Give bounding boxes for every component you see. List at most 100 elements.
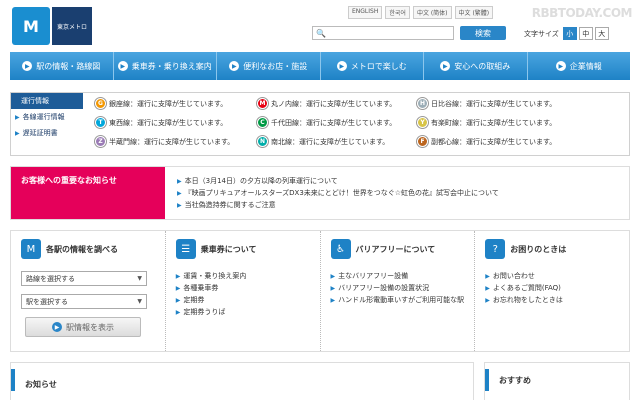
nav-label: 乗車券・乗り換え案内: [131, 61, 212, 71]
line-select[interactable]: 路線を選択する ▼: [21, 271, 147, 286]
help-link[interactable]: ▶ お問い合わせ: [485, 271, 619, 282]
line-badge: C: [257, 117, 268, 128]
line-badge: G: [95, 98, 106, 109]
info-boxes: M 各駅の情報を調べる 路線を選択する ▼ 駅を選択する ▼ ▶ 駅情報を表示 ☰ 乗…: [10, 230, 630, 352]
line-status-item[interactable]: G 銀座線：運行に支障が生じています。: [95, 96, 257, 111]
line-status-grid: G 銀座線：運行に支障が生じています。 M 丸ノ内線：運行に支障が生じています。 H…: [95, 96, 587, 149]
help-link[interactable]: ▶ お忘れ物をしたときは: [485, 295, 619, 306]
triangle-icon: ▶: [175, 297, 181, 304]
tickets-links: ▶ 運賃・乗り換え案内 ▶ 各種乗車券 ▶ 定期券 ▶ 定期券うりば: [176, 271, 310, 318]
nav-station-info[interactable]: ▶ 駅の情報・路線図: [10, 52, 114, 80]
show-station-info-button[interactable]: ▶ 駅情報を表示: [25, 317, 141, 337]
search-button[interactable]: 検索: [460, 26, 506, 40]
link-label: 各線運行情報: [22, 113, 65, 121]
notice-item[interactable]: ▶ 『映画プリキュアオールスターズDX3未来にとどけ！世界をつなぐ☆虹色の花』試写…: [177, 187, 499, 199]
notice-item[interactable]: ▶ 当社偽造持券に関するご注意: [177, 199, 499, 211]
nav-enjoy[interactable]: ▶ メトロで楽しむ: [321, 52, 424, 80]
delay-certificate-link[interactable]: ▶ 遅延証明書: [11, 125, 83, 141]
line-status-text: 千代田線：運行に支障が生じています。: [271, 118, 397, 127]
nav-safety[interactable]: ▶ 安心への取組み: [424, 52, 528, 80]
watermark: RBBTODAY.COM: [531, 6, 633, 20]
line-status-item[interactable]: Y 有楽町線：運行に支障が生じています。: [417, 115, 587, 130]
line-badge: H: [417, 98, 428, 109]
arrow-right-icon: ▶: [440, 61, 451, 71]
tickets-link[interactable]: ▶ 各種乗車券: [176, 283, 310, 294]
triangle-icon: ▶: [330, 285, 336, 292]
lang-korean-link[interactable]: 한국어: [385, 6, 410, 19]
line-status-item[interactable]: T 東西線：運行に支障が生じています。: [95, 115, 257, 130]
news-section: お知らせ: [10, 362, 474, 400]
line-badge: F: [417, 136, 428, 147]
nav-tickets[interactable]: ▶ 乗車券・乗り換え案内: [114, 52, 217, 80]
line-status-item[interactable]: H 日比谷線：運行に支障が生じています。: [417, 96, 587, 111]
font-size-small-button[interactable]: 小: [562, 27, 577, 40]
link-label: 定期券うりば: [183, 308, 226, 316]
arrow-right-icon: ▶: [229, 61, 240, 71]
box-title: 乗車券について: [200, 244, 257, 254]
logo[interactable]: M 東京メトロ: [12, 7, 92, 45]
link-label: よくあるご質問(FAQ): [492, 284, 561, 292]
tickets-link[interactable]: ▶ 定期券: [176, 295, 310, 306]
link-label: 各種乗車券: [183, 284, 219, 292]
nav-shops[interactable]: ▶ 便利なお店・施設: [217, 52, 321, 80]
font-size-large-button[interactable]: 大: [594, 27, 609, 40]
barrier-free-links: ▶ 主なバリアフリー設備 ▶ バリアフリー設備の設置状況 ▶ ハンドル形電動車いすがご…: [331, 271, 465, 306]
box-header: ♿ バリアフリーについて: [330, 239, 465, 259]
select-value: 路線を選択する: [26, 274, 75, 283]
arrow-right-icon: ▶: [336, 61, 347, 71]
barrier-free-link[interactable]: ▶ バリアフリー設備の設置状況: [331, 283, 465, 294]
line-status-item[interactable]: Z 半蔵門線：運行に支障が生じています。: [95, 134, 257, 149]
nav-corporate[interactable]: ▶ 企業情報: [528, 52, 631, 80]
operation-info-heading: 運行情報: [11, 93, 83, 109]
triangle-icon: ▶: [485, 273, 490, 280]
station-select[interactable]: 駅を選択する ▼: [21, 294, 147, 309]
barrier-free-link[interactable]: ▶ ハンドル形電動車いすがご利用可能な駅: [331, 295, 465, 306]
line-status-text: 銀座線：運行に支障が生じています。: [109, 99, 228, 108]
nav-label: 駅の情報・路線図: [36, 61, 101, 71]
lang-chinese-traditional-link[interactable]: 中文 (繁體): [454, 6, 494, 19]
line-status-item[interactable]: F 副都心線：運行に支障が生じています。: [417, 134, 587, 149]
notice-item[interactable]: ▶ 本日（3月14日）の夕方以降の列車運行について: [177, 175, 499, 187]
line-status-item[interactable]: C 千代田線：運行に支障が生じています。: [257, 115, 417, 130]
operation-info-panel: 運行情報 ▶ 各線運行情報 ▶ 遅延証明書 G 銀座線：運行に支障が生じています。 M…: [10, 92, 630, 156]
link-label: 定期券: [183, 296, 205, 304]
triangle-icon: ▶: [177, 177, 182, 185]
triangle-icon: ▶: [330, 273, 336, 280]
line-status-item[interactable]: N 南北線：運行に支障が生じています。: [257, 134, 417, 149]
tickets-box: ☰ 乗車券について ▶ 運賃・乗り換え案内 ▶ 各種乗車券 ▶ 定期券 ▶ 定期券うりば: [166, 231, 321, 351]
font-size-medium-button[interactable]: 中: [578, 27, 593, 40]
line-status-item[interactable]: M 丸ノ内線：運行に支障が生じています。: [257, 96, 417, 111]
lang-chinese-simplified-link[interactable]: 中文 (简体): [412, 6, 452, 19]
link-label: お忘れ物をしたときは: [492, 296, 563, 304]
search-input[interactable]: [328, 29, 449, 37]
lang-english-link[interactable]: ENGLISH: [348, 6, 383, 19]
chevron-down-icon: ▼: [137, 275, 142, 282]
search-icon: 🔍: [316, 28, 326, 38]
wheelchair-icon: ♿: [330, 239, 351, 259]
important-notice-heading: お客様への重要なお知らせ: [11, 167, 165, 219]
triangle-icon: ▶: [175, 285, 181, 292]
barrier-free-box: ♿ バリアフリーについて ▶ 主なバリアフリー設備 ▶ バリアフリー設備の設置状況 …: [321, 231, 476, 351]
chevron-down-icon: ▼: [137, 298, 142, 305]
line-status-text: 東西線：運行に支障が生じています。: [109, 118, 228, 127]
triangle-icon: ▶: [175, 273, 181, 280]
metro-logo-icon: M: [12, 7, 50, 45]
link-label: 運賃・乗り換え案内: [183, 272, 247, 280]
font-size-label: 文字サイズ: [524, 29, 559, 38]
tickets-link[interactable]: ▶ 定期券うりば: [176, 307, 310, 318]
box-header: ☰ 乗車券について: [175, 239, 310, 259]
notice-text: 本日（3月14日）の夕方以降の列車運行について: [184, 177, 338, 185]
triangle-icon: ▶: [15, 113, 20, 121]
box-title: お困りのときは: [510, 244, 567, 254]
link-label: 遅延証明書: [22, 129, 58, 137]
barrier-free-link[interactable]: ▶ 主なバリアフリー設備: [331, 271, 465, 282]
arrow-right-icon: ▶: [555, 61, 566, 71]
tickets-link[interactable]: ▶ 運賃・乗り換え案内: [176, 271, 310, 282]
help-link[interactable]: ▶ よくあるご質問(FAQ): [485, 283, 619, 294]
line-badge: N: [257, 136, 268, 147]
line-status-link[interactable]: ▶ 各線運行情報: [11, 109, 83, 125]
nav-label: 安心への取組み: [454, 61, 511, 71]
important-notice-panel: お客様への重要なお知らせ ▶ 本日（3月14日）の夕方以降の列車運行について ▶ 『…: [10, 166, 630, 220]
select-value: 駅を選択する: [26, 297, 68, 306]
question-icon: ?: [485, 239, 506, 259]
